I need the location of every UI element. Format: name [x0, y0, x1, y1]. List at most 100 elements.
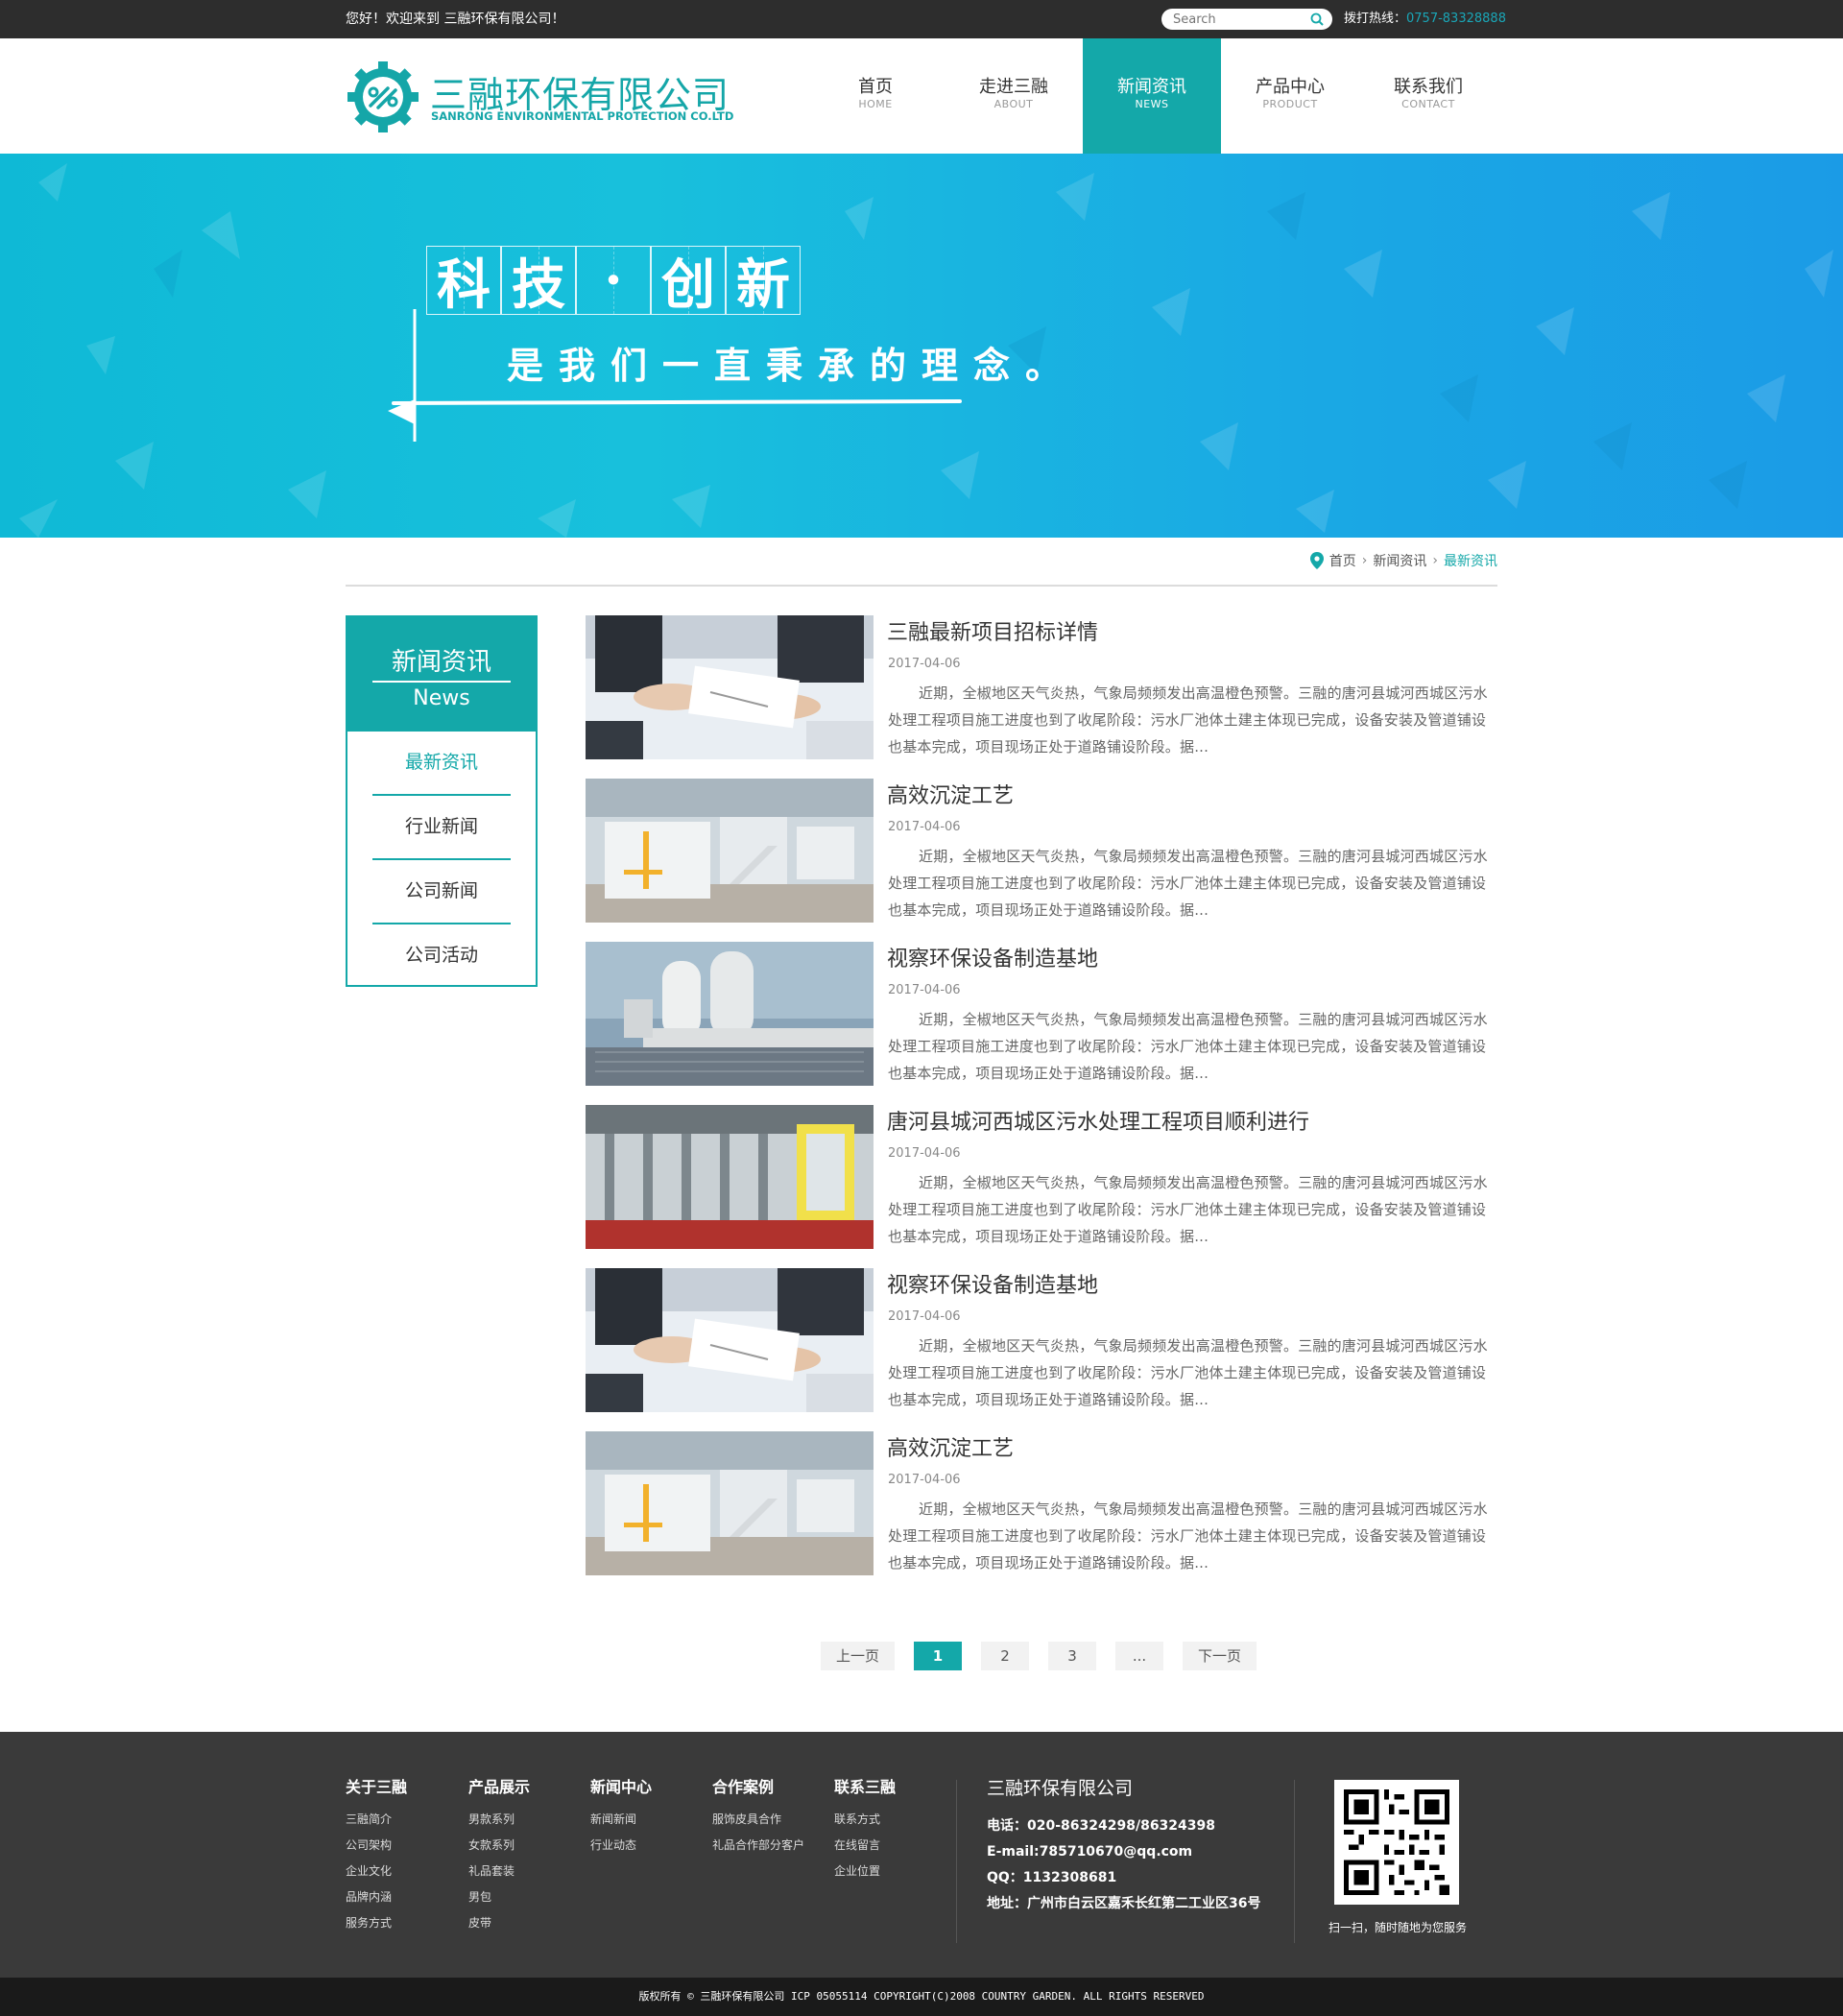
footer-link[interactable]: 皮带 [468, 1910, 530, 1936]
sidebar-item-industry[interactable]: 行业新闻 [372, 796, 511, 860]
page-ellipsis[interactable]: ... [1115, 1642, 1164, 1670]
search-icon[interactable] [1310, 12, 1324, 26]
footer-link[interactable]: 男包 [468, 1884, 530, 1910]
news-summary: 近期，全椒地区天气炎热，气象局频频发出高温橙色预警。三融的唐河县城河西城区污水处… [888, 684, 1488, 756]
qr-code-icon [1344, 1789, 1449, 1895]
chevron-right-icon: › [1361, 553, 1368, 568]
footer-link[interactable]: 礼品套装 [468, 1859, 530, 1884]
hotline-number[interactable]: 0757-83328888 [1406, 12, 1506, 26]
nav-sublabel: CONTACT [1401, 98, 1455, 110]
page-3-button[interactable]: 3 [1048, 1642, 1097, 1670]
search-box[interactable] [1161, 9, 1332, 30]
slogan-char: 创 [651, 246, 726, 317]
news-thumbnail[interactable] [586, 1268, 874, 1412]
list-item: 唐河县城河西城区污水处理工程项目顺利进行 2017-04-06 近期，全椒地区天… [586, 1105, 1497, 1268]
footer-link[interactable]: 在线留言 [834, 1833, 896, 1859]
qr-caption: 扫一扫，随时随地为您服务 [1328, 1921, 1468, 1934]
footer-link[interactable]: 服务方式 [346, 1910, 407, 1936]
sidebar: 新闻资讯 News 最新资讯 行业新闻 公司新闻 公司活动 [346, 615, 538, 987]
footer-link[interactable]: 男款系列 [468, 1807, 530, 1833]
nav-sublabel: PRODUCT [1262, 98, 1318, 110]
pipeline-photo [586, 1105, 874, 1249]
news-title[interactable]: 唐河县城河西城区污水处理工程项目顺利进行 [887, 1105, 1309, 1136]
company-logo[interactable]: 三融环保有限公司 SANRONG ENVIRONMENTAL PROTECTIO… [346, 58, 734, 134]
chevron-right-icon: › [1432, 553, 1438, 568]
news-thumbnail[interactable] [586, 1105, 874, 1249]
news-date: 2017-04-06 [888, 820, 961, 834]
footer-link[interactable]: 企业文化 [346, 1859, 407, 1884]
banner-slogan-main: 科 技 · 创 新 [426, 246, 801, 317]
prev-page-button[interactable]: 上一页 [821, 1642, 896, 1670]
pagination: 上一页 1 2 3 ... 下一页 [821, 1642, 1257, 1670]
breadcrumb-home[interactable]: 首页 [1329, 551, 1356, 570]
news-summary: 近期，全椒地区天气炎热，气象局频频发出高温橙色预警。三融的唐河县城河西城区污水处… [888, 1500, 1488, 1572]
main-nav: 首页 HOME 走进三融 ABOUT 新闻资讯 NEWS 产品中心 PRODUCT 联系… [806, 38, 1497, 154]
footer-link[interactable]: 新闻新闻 [590, 1807, 652, 1833]
footer-address: 地址：广州市白云区嘉禾长红第二工业区36号 [987, 1896, 1261, 1911]
footer-link[interactable]: 三融简介 [346, 1807, 407, 1833]
news-thumbnail[interactable] [586, 779, 874, 923]
logo-english-name: SANRONG ENVIRONMENTAL PROTECTION CO.LTD [431, 109, 734, 123]
nav-about[interactable]: 走进三融 ABOUT [945, 38, 1083, 154]
footer-heading: 关于三融 [346, 1778, 408, 1796]
factory-photo [586, 1431, 874, 1575]
slogan-char: 技 [501, 246, 576, 317]
footer-link[interactable]: 公司架构 [346, 1833, 407, 1859]
footer-column-products: 产品展示 男款系列 女款系列 礼品套装 男包 皮带 [468, 1774, 530, 1936]
news-title[interactable]: 三融最新项目招标详情 [887, 615, 1098, 646]
footer-column-news: 新闻中心 新闻新闻 行业动态 [590, 1774, 652, 1859]
footer-divider [956, 1780, 957, 1943]
factory-photo [586, 779, 874, 923]
footer-link[interactable]: 服饰皮具合作 [712, 1807, 804, 1833]
search-input[interactable] [1173, 12, 1307, 27]
nav-news[interactable]: 新闻资讯 NEWS [1083, 38, 1221, 154]
news-title[interactable]: 高效沉淀工艺 [887, 1431, 1014, 1462]
footer: 关于三融 三融简介 公司架构 企业文化 品牌内涵 服务方式 产品展示 男款系列 … [0, 1732, 1843, 1978]
location-pin-icon [1309, 552, 1324, 569]
nav-product[interactable]: 产品中心 PRODUCT [1221, 38, 1359, 154]
next-page-button[interactable]: 下一页 [1183, 1642, 1257, 1670]
news-date: 2017-04-06 [888, 983, 961, 997]
footer-email[interactable]: E-mail:785710670@qq.com [987, 1839, 1260, 1865]
page-2-button[interactable]: 2 [981, 1642, 1030, 1670]
news-date: 2017-04-06 [888, 657, 961, 671]
slogan-char: 新 [726, 246, 801, 317]
sidebar-header: 新闻资讯 News [347, 617, 536, 732]
news-title[interactable]: 高效沉淀工艺 [887, 779, 1014, 809]
nav-sublabel: NEWS [1135, 98, 1169, 110]
footer-link[interactable]: 联系方式 [834, 1807, 896, 1833]
nav-label: 产品中心 [1256, 77, 1325, 97]
nav-contact[interactable]: 联系我们 CONTACT [1359, 38, 1497, 154]
sidebar-item-company[interactable]: 公司新闻 [372, 860, 511, 924]
list-item: 高效沉淀工艺 2017-04-06 近期，全椒地区天气炎热，气象局频频发出高温橙… [586, 779, 1497, 942]
footer-column-about: 关于三融 三融简介 公司架构 企业文化 品牌内涵 服务方式 [346, 1774, 407, 1936]
footer-link[interactable]: 行业动态 [590, 1833, 652, 1859]
footer-divider [1294, 1780, 1295, 1943]
breadcrumb-section[interactable]: 新闻资讯 [1373, 551, 1426, 570]
copyright-bar: 版权所有 © 三融环保有限公司 ICP 05055114 COPYRIGHT(C… [0, 1978, 1843, 2016]
header: 三融环保有限公司 SANRONG ENVIRONMENTAL PROTECTIO… [0, 38, 1843, 154]
meeting-photo [586, 1268, 874, 1412]
news-title[interactable]: 视察环保设备制造基地 [887, 942, 1098, 972]
nav-label: 走进三融 [979, 77, 1048, 97]
footer-heading: 合作案例 [712, 1778, 775, 1796]
news-thumbnail[interactable] [586, 615, 874, 759]
qr-code [1334, 1780, 1459, 1905]
news-title[interactable]: 视察环保设备制造基地 [887, 1268, 1098, 1299]
news-thumbnail[interactable] [586, 1431, 874, 1575]
hotline: 拨打热线：0757-83328888 [1344, 0, 1506, 38]
news-list: 三融最新项目招标详情 2017-04-06 近期，全椒地区天气炎热，气象局频频发… [586, 615, 1497, 1595]
news-summary: 近期，全椒地区天气炎热，气象局频频发出高温橙色预警。三融的唐河县城河西城区污水处… [888, 1011, 1488, 1082]
sidebar-item-activities[interactable]: 公司活动 [372, 924, 511, 989]
footer-link[interactable]: 礼品合作部分客户 [712, 1833, 804, 1859]
sidebar-item-latest[interactable]: 最新资讯 [372, 732, 511, 796]
breadcrumb: 首页 › 新闻资讯 › 最新资讯 [1309, 551, 1497, 570]
footer-link[interactable]: 品牌内涵 [346, 1884, 407, 1910]
nav-home[interactable]: 首页 HOME [806, 38, 945, 154]
news-thumbnail[interactable] [586, 942, 874, 1086]
page-1-button[interactable]: 1 [914, 1642, 963, 1670]
footer-link[interactable]: 企业位置 [834, 1859, 896, 1884]
nav-sublabel: ABOUT [993, 98, 1034, 110]
nav-label: 首页 [858, 77, 893, 97]
footer-link[interactable]: 女款系列 [468, 1833, 530, 1859]
